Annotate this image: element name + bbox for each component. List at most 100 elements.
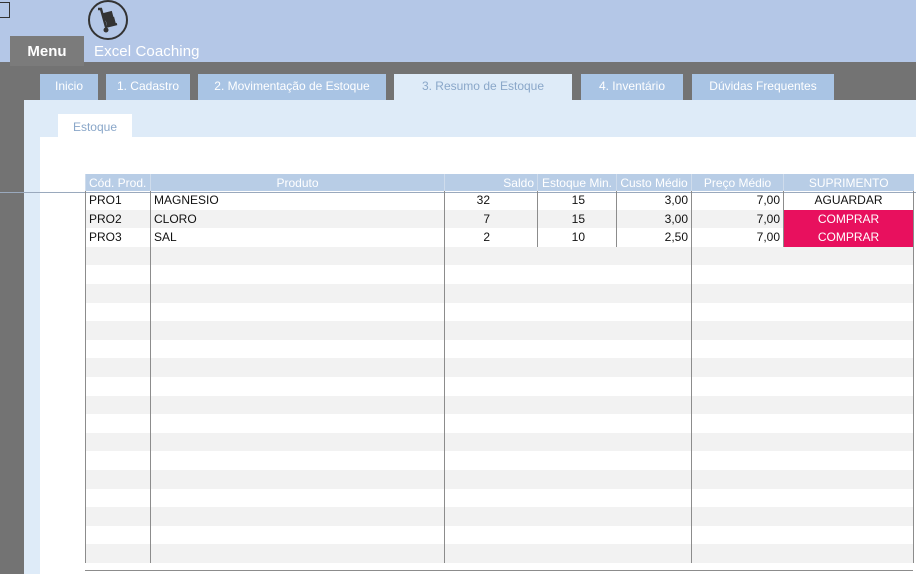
empty-cell[interactable]	[616, 469, 692, 489]
empty-cell[interactable]	[85, 544, 151, 563]
cell-estoque-min[interactable]: 15	[537, 191, 617, 210]
empty-cell[interactable]	[691, 488, 784, 508]
empty-cell[interactable]	[150, 451, 445, 470]
empty-row[interactable]	[85, 507, 914, 526]
empty-cell[interactable]	[537, 395, 617, 415]
empty-cell[interactable]	[783, 265, 914, 284]
empty-cell[interactable]	[85, 246, 151, 266]
column-header-estoque-min[interactable]: Estoque Min.	[537, 174, 617, 191]
empty-cell[interactable]	[617, 303, 692, 322]
empty-cell[interactable]	[691, 321, 784, 340]
empty-cell[interactable]	[691, 358, 784, 377]
empty-cell[interactable]	[617, 414, 692, 433]
empty-cell[interactable]	[783, 283, 914, 303]
empty-cell[interactable]	[616, 358, 692, 377]
empty-cell[interactable]	[150, 265, 445, 284]
empty-cell[interactable]	[691, 376, 784, 396]
empty-cell[interactable]	[85, 339, 151, 359]
cell-suprimento[interactable]: COMPRAR	[783, 228, 914, 247]
empty-cell[interactable]	[783, 376, 914, 396]
empty-cell[interactable]	[538, 526, 617, 545]
empty-cell[interactable]	[150, 358, 445, 377]
cell-cod[interactable]: PRO1	[85, 191, 151, 210]
empty-cell[interactable]	[85, 321, 151, 340]
empty-cell[interactable]	[538, 451, 617, 470]
empty-cell[interactable]	[783, 321, 914, 340]
cell-suprimento[interactable]: COMPRAR	[783, 209, 914, 229]
empty-cell[interactable]	[85, 265, 151, 284]
cell-estoque-min[interactable]: 10	[537, 228, 617, 247]
empty-cell[interactable]	[783, 432, 914, 452]
empty-cell[interactable]	[150, 339, 445, 359]
empty-cell[interactable]	[444, 376, 538, 396]
empty-row[interactable]	[85, 376, 914, 396]
empty-cell[interactable]	[85, 358, 151, 377]
column-header-saldo[interactable]: Saldo	[444, 174, 538, 191]
empty-cell[interactable]	[85, 451, 151, 470]
empty-row[interactable]	[85, 265, 914, 284]
empty-cell[interactable]	[150, 246, 445, 266]
empty-cell[interactable]	[783, 246, 914, 266]
empty-cell[interactable]	[691, 395, 784, 415]
empty-row[interactable]	[85, 246, 914, 266]
empty-cell[interactable]	[783, 451, 914, 470]
empty-cell[interactable]	[783, 358, 914, 377]
cell-produto[interactable]: CLORO	[150, 209, 445, 229]
cell-saldo[interactable]: 2	[444, 228, 538, 247]
empty-cell[interactable]	[444, 358, 538, 377]
empty-cell[interactable]	[85, 395, 151, 415]
empty-cell[interactable]	[616, 395, 692, 415]
empty-cell[interactable]	[444, 414, 538, 433]
empty-cell[interactable]	[691, 451, 784, 470]
empty-cell[interactable]	[85, 376, 151, 396]
empty-cell[interactable]	[150, 395, 445, 415]
tab-estoque[interactable]: Estoque	[58, 114, 132, 139]
empty-cell[interactable]	[617, 265, 692, 284]
empty-cell[interactable]	[85, 469, 151, 489]
empty-cell[interactable]	[691, 525, 784, 545]
cell-preco-medio[interactable]: 7,00	[691, 228, 784, 247]
empty-cell[interactable]	[616, 321, 692, 340]
empty-row[interactable]	[85, 321, 914, 340]
cell-custo-medio[interactable]: 3,00	[616, 209, 692, 229]
empty-cell[interactable]	[537, 283, 617, 303]
empty-cell[interactable]	[85, 283, 151, 303]
empty-cell[interactable]	[538, 377, 617, 396]
empty-cell[interactable]	[616, 283, 692, 303]
empty-cell[interactable]	[537, 544, 617, 563]
tab-duvidas-frequentes[interactable]: Dúvidas Frequentes	[692, 74, 834, 100]
empty-cell[interactable]	[537, 321, 617, 340]
empty-cell[interactable]	[691, 339, 784, 359]
empty-cell[interactable]	[691, 265, 784, 284]
empty-cell[interactable]	[616, 246, 692, 266]
empty-cell[interactable]	[538, 303, 617, 322]
empty-cell[interactable]	[537, 246, 617, 266]
empty-cell[interactable]	[783, 544, 914, 563]
column-header-preco-medio[interactable]: Preço Médio	[691, 174, 784, 191]
empty-cell[interactable]	[444, 525, 538, 545]
cell-saldo[interactable]: 7	[444, 209, 538, 229]
empty-cell[interactable]	[783, 339, 914, 359]
empty-cell[interactable]	[691, 544, 784, 563]
empty-cell[interactable]	[783, 525, 914, 545]
empty-cell[interactable]	[150, 321, 445, 340]
empty-cell[interactable]	[783, 302, 914, 322]
empty-cell[interactable]	[85, 488, 151, 508]
cell-custo-medio[interactable]: 2,50	[616, 228, 692, 247]
empty-cell[interactable]	[150, 488, 445, 508]
empty-cell[interactable]	[150, 469, 445, 489]
cell-produto[interactable]: SAL	[150, 228, 445, 247]
empty-cell[interactable]	[444, 432, 538, 452]
empty-cell[interactable]	[538, 414, 617, 433]
empty-cell[interactable]	[444, 488, 538, 508]
empty-row[interactable]	[85, 283, 914, 303]
column-header-suprimento[interactable]: SUPRIMENTO	[783, 174, 914, 191]
empty-row[interactable]	[85, 451, 914, 470]
cell-saldo[interactable]: 32	[444, 191, 538, 210]
empty-cell[interactable]	[691, 432, 784, 452]
empty-cell[interactable]	[444, 302, 538, 322]
empty-cell[interactable]	[444, 265, 538, 284]
empty-cell[interactable]	[783, 488, 914, 508]
empty-cell[interactable]	[691, 469, 784, 489]
empty-cell[interactable]	[85, 507, 151, 526]
